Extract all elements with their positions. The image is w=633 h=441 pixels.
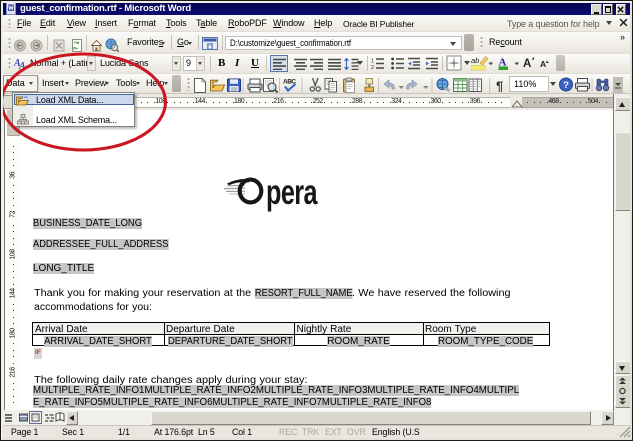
svg-text:ab: ab — [471, 56, 479, 65]
svg-text:1: 1 — [371, 59, 374, 65]
svg-text:¶: ¶ — [496, 79, 503, 94]
svg-text:2: 2 — [371, 65, 374, 70]
svg-text:A: A — [540, 59, 546, 69]
svg-text:?: ? — [563, 80, 569, 91]
svg-text:A: A — [523, 58, 531, 70]
svg-text:A: A — [18, 61, 26, 70]
